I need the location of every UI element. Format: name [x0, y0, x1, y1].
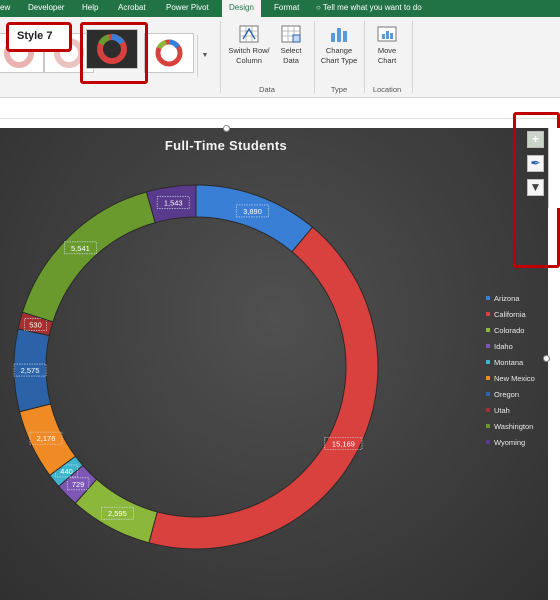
move-chart-icon — [377, 26, 397, 42]
group-divider — [220, 21, 221, 93]
data-label[interactable]: 15,169 — [332, 439, 355, 448]
legend-item: New Mexico — [486, 374, 535, 390]
data-label[interactable]: 2,176 — [37, 434, 56, 443]
data-label[interactable]: 2,595 — [108, 509, 127, 518]
legend-label: New Mexico — [494, 374, 535, 383]
tell-me-search[interactable]: ○ Tell me what you want to do — [316, 3, 422, 12]
group-divider — [314, 21, 315, 93]
legend-item: Wyoming — [486, 438, 535, 454]
switch-row-column-label-2: Column — [236, 56, 262, 65]
change-chart-type-label-1: Change — [325, 46, 353, 55]
tab-view[interactable]: ew — [0, 3, 10, 12]
switch-row-column-button[interactable]: Switch Row/ Column — [226, 25, 272, 66]
doughnut-slice-washington[interactable] — [21, 191, 156, 323]
chart-area[interactable]: Full-Time Students 3,890 15,169 2,595 729 44… — [0, 128, 548, 600]
tab-format[interactable]: Format — [274, 3, 299, 12]
group-divider — [412, 21, 413, 93]
data-label[interactable]: 729 — [72, 480, 85, 489]
select-data-icon — [281, 25, 301, 43]
switch-row-column-icon — [239, 25, 259, 43]
resize-handle[interactable] — [543, 355, 550, 362]
legend-swatch-icon — [486, 328, 490, 332]
legend-swatch-icon — [486, 296, 490, 300]
legend-item: Washington — [486, 422, 535, 438]
legend-label: Utah — [494, 406, 510, 415]
selected-style-highlight — [80, 22, 148, 84]
legend-item: Montana — [486, 358, 535, 374]
doughnut-slice-california[interactable] — [148, 226, 379, 550]
legend-swatch-icon — [486, 344, 490, 348]
chart-style-8[interactable] — [144, 33, 194, 73]
tab-help[interactable]: Help — [82, 3, 98, 12]
legend-label: Wyoming — [494, 438, 526, 447]
change-chart-type-label-2: Chart Type — [320, 56, 358, 65]
flyout-edge — [548, 128, 560, 208]
legend-label: California — [494, 310, 526, 319]
group-label-data: Data — [259, 85, 275, 94]
legend-item: California — [486, 310, 535, 326]
lightbulb-icon: ○ — [316, 3, 321, 12]
legend-label: Colorado — [494, 326, 525, 335]
legend-label: Idaho — [494, 342, 513, 351]
legend-item: Arizona — [486, 294, 535, 310]
move-chart-label-1: Move — [377, 46, 397, 55]
chart-legend[interactable]: Arizona California Colorado Idaho Montan… — [486, 294, 535, 454]
style-tooltip-callout: Style 7 — [6, 22, 72, 52]
legend-swatch-icon — [486, 376, 490, 380]
change-chart-type-button[interactable]: Change Chart Type — [318, 25, 360, 66]
legend-swatch-icon — [486, 408, 490, 412]
data-label[interactable]: 3,890 — [243, 207, 262, 216]
tab-power-pivot[interactable]: Power Pivot — [166, 3, 209, 12]
move-chart-label-2: Chart — [377, 56, 397, 65]
tab-design[interactable]: Design — [222, 0, 261, 17]
legend-swatch-icon — [486, 360, 490, 364]
legend-label: Washington — [494, 422, 534, 431]
group-label-location: Location — [372, 85, 402, 94]
legend-item: Idaho — [486, 342, 535, 358]
select-data-label-2: Data — [283, 56, 299, 65]
legend-item: Utah — [486, 406, 535, 422]
ribbon-tab-bar: ew Developer Help Acrobat Power Pivot De… — [0, 0, 560, 17]
change-chart-type-icon — [331, 28, 347, 42]
data-label[interactable]: 1,543 — [164, 199, 183, 208]
doughnut-thumbnail-icon — [155, 39, 183, 67]
legend-item: Colorado — [486, 326, 535, 342]
tell-me-text: Tell me what you want to do — [322, 3, 422, 12]
group-divider — [364, 21, 365, 93]
tab-developer[interactable]: Developer — [28, 3, 64, 12]
legend-swatch-icon — [486, 392, 490, 396]
group-label-type: Type — [330, 85, 348, 94]
tab-acrobat[interactable]: Acrobat — [118, 3, 146, 12]
style-tooltip-text: Style 7 — [17, 30, 53, 42]
data-label[interactable]: 440 — [60, 467, 73, 476]
resize-handle[interactable] — [223, 125, 230, 132]
doughnut-slice-arizona[interactable] — [195, 184, 314, 253]
move-chart-button[interactable]: Move Chart — [368, 25, 406, 66]
data-label[interactable]: 2,575 — [21, 366, 40, 375]
legend-swatch-icon — [486, 440, 490, 444]
doughnut-chart[interactable]: 3,890 15,169 2,595 729 440 2,176 2,575 530 5,541… — [0, 128, 452, 600]
legend-label: Arizona — [494, 294, 520, 303]
data-label[interactable]: 530 — [29, 321, 42, 330]
legend-label: Montana — [494, 358, 524, 367]
legend-swatch-icon — [486, 424, 490, 428]
gallery-more-button[interactable]: ▼ — [197, 35, 212, 77]
select-data-label-1: Select — [280, 46, 302, 55]
data-label[interactable]: 5,541 — [71, 244, 90, 253]
chevron-down-icon: ▼ — [201, 52, 209, 59]
select-data-button[interactable]: Select Data — [274, 25, 308, 66]
legend-swatch-icon — [486, 312, 490, 316]
legend-label: Oregon — [494, 390, 520, 399]
legend-item: Oregon — [486, 390, 535, 406]
formula-bar[interactable] — [0, 98, 560, 119]
switch-row-column-label-1: Switch Row/ — [228, 46, 270, 55]
